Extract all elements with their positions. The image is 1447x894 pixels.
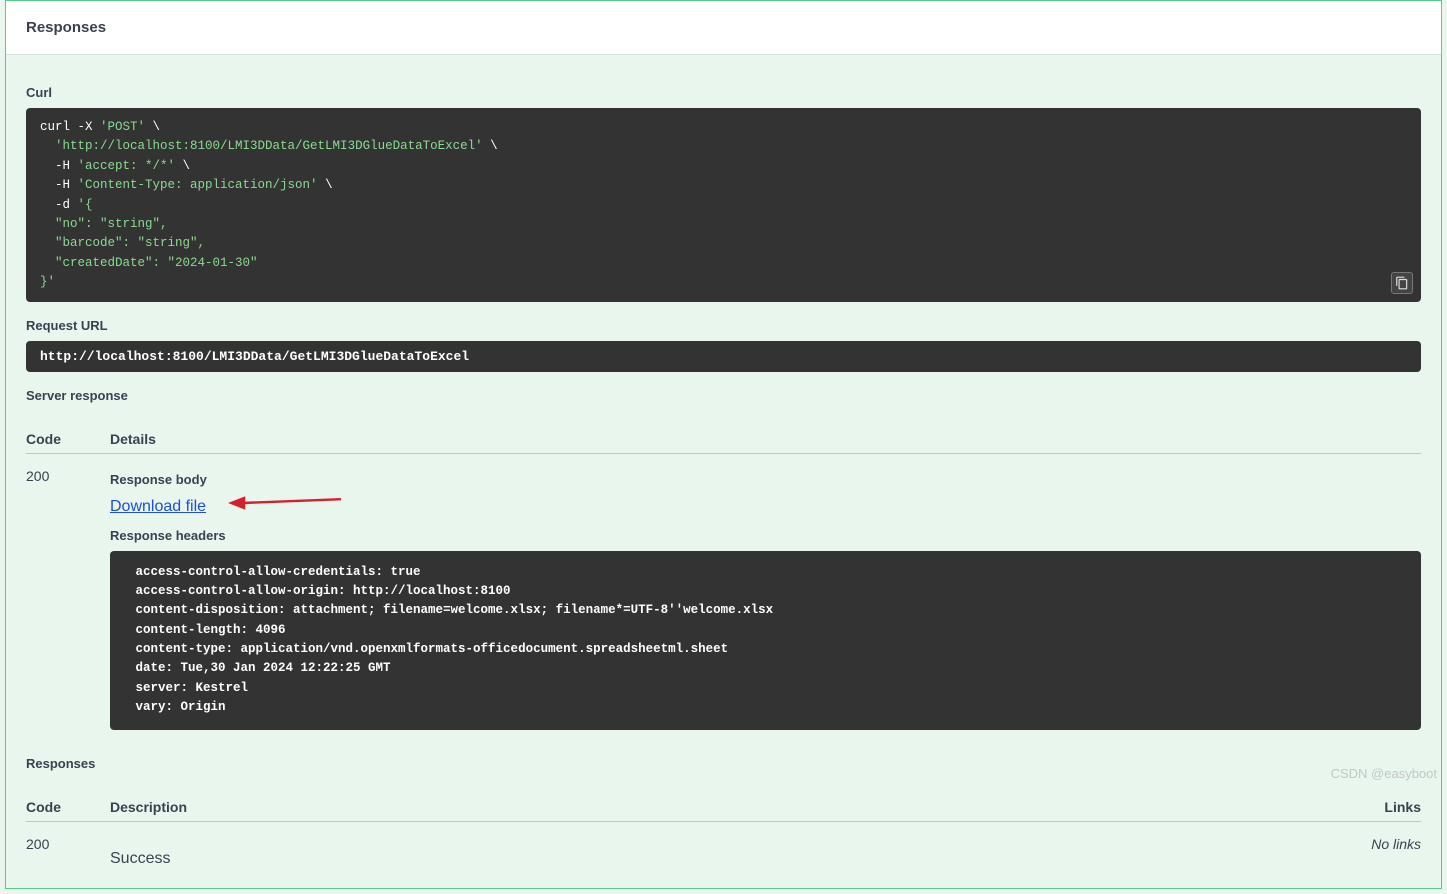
doc-response-code: 200 bbox=[26, 836, 110, 876]
column-code-header: Code bbox=[26, 431, 110, 447]
curl-seg: curl -X bbox=[40, 120, 100, 134]
curl-seg: \ bbox=[145, 120, 160, 134]
column-description-header: Description bbox=[110, 799, 1341, 815]
column-details-header: Details bbox=[110, 431, 1421, 447]
download-file-link[interactable]: Download file bbox=[110, 498, 206, 516]
curl-seg: '{ bbox=[78, 198, 93, 212]
doc-response-description: Success bbox=[110, 836, 1341, 876]
responses-section-header: Responses bbox=[6, 1, 1441, 55]
curl-seg: 'POST' bbox=[100, 120, 145, 134]
curl-seg: }' bbox=[40, 275, 55, 289]
download-row: Download file bbox=[110, 493, 1421, 523]
responses-table-row: 200 Success No links bbox=[26, 822, 1421, 876]
server-response-table-header: Code Details bbox=[26, 421, 1421, 454]
column-links-header: Links bbox=[1341, 799, 1421, 815]
response-headers-label: Response headers bbox=[110, 528, 1421, 543]
clipboard-icon bbox=[1395, 276, 1409, 290]
annotation-arrow bbox=[228, 491, 343, 518]
curl-seg: "createdDate": "2024-01-30" bbox=[40, 256, 258, 270]
arrow-left-icon bbox=[228, 491, 343, 515]
curl-code-block: curl -X 'POST' \ 'http://localhost:8100/… bbox=[26, 108, 1421, 302]
server-response-row: 200 Response body Download file Response… bbox=[26, 454, 1421, 739]
response-details: Response body Download file Response hea… bbox=[110, 468, 1421, 739]
curl-seg: -d bbox=[40, 198, 78, 212]
curl-seg: "no": "string", bbox=[40, 217, 168, 231]
swagger-operation-panel: Responses Curl curl -X 'POST' \ 'http://… bbox=[5, 0, 1442, 889]
responses-body: Curl curl -X 'POST' \ 'http://localhost:… bbox=[6, 55, 1441, 876]
response-status-code: 200 bbox=[26, 468, 110, 739]
curl-seg: 'accept: */*' bbox=[78, 159, 176, 173]
curl-label: Curl bbox=[26, 85, 1421, 100]
responses-title: Responses bbox=[26, 19, 1421, 36]
curl-seg: \ bbox=[175, 159, 190, 173]
request-url-value: http://localhost:8100/LMI3DData/GetLMI3D… bbox=[26, 341, 1421, 372]
response-body-label: Response body bbox=[110, 472, 1421, 487]
curl-seg bbox=[40, 139, 55, 153]
curl-seg: -H bbox=[40, 159, 78, 173]
curl-seg: 'Content-Type: application/json' bbox=[78, 178, 318, 192]
curl-seg: "barcode": "string", bbox=[40, 236, 205, 250]
doc-response-links: No links bbox=[1341, 836, 1421, 876]
response-headers-block: access-control-allow-credentials: true a… bbox=[110, 551, 1421, 730]
column-code-header2: Code bbox=[26, 799, 110, 815]
curl-seg: \ bbox=[483, 139, 498, 153]
success-text: Success bbox=[110, 850, 1341, 868]
curl-seg: \ bbox=[318, 178, 333, 192]
copy-curl-button[interactable] bbox=[1391, 272, 1413, 294]
responses-table-header: Code Description Links bbox=[26, 789, 1421, 822]
request-url-label: Request URL bbox=[26, 318, 1421, 333]
curl-seg: 'http://localhost:8100/LMI3DData/GetLMI3… bbox=[55, 139, 483, 153]
responses-subsection-label: Responses bbox=[26, 756, 1421, 771]
curl-seg: -H bbox=[40, 178, 78, 192]
server-response-label: Server response bbox=[26, 388, 1421, 403]
